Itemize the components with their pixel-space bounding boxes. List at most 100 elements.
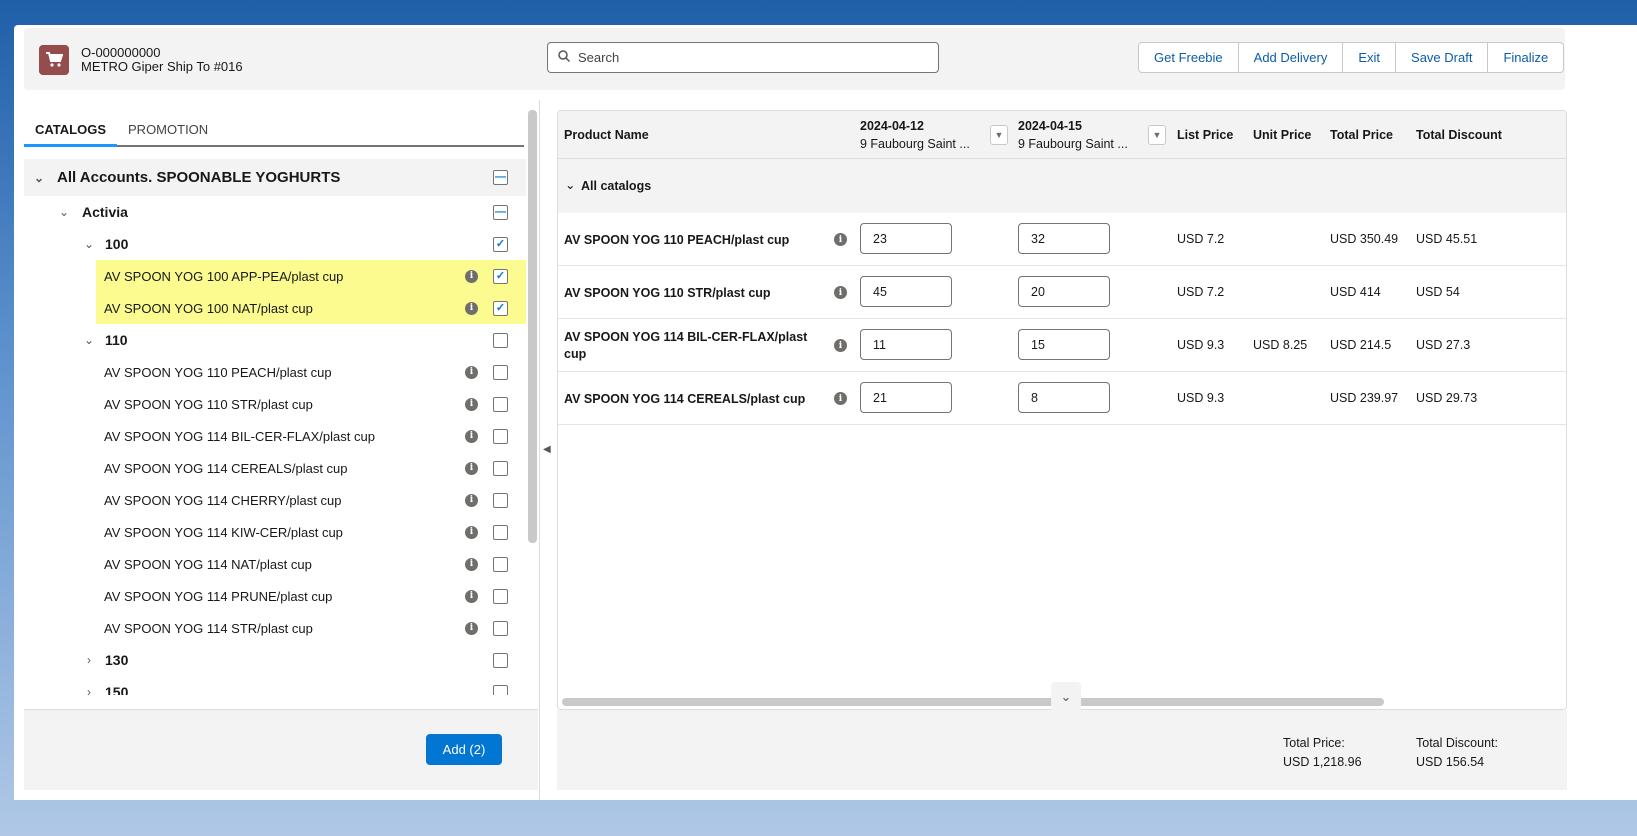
collapse-panel-icon[interactable]: ◀ — [543, 444, 551, 455]
tree-item-label: AV SPOON YOG 110 PEACH/plast cup — [104, 364, 332, 380]
checkbox[interactable] — [493, 428, 508, 444]
tree-item[interactable]: AV SPOON YOG 114 STR/plast cup i — [24, 612, 526, 644]
tab-catalogs[interactable]: CATALOGS — [24, 110, 118, 147]
checkbox[interactable] — [493, 460, 508, 476]
indeterminate-checkbox[interactable]: — — [493, 170, 508, 185]
tree-item-label: AV SPOON YOG 114 CHERRY/plast cup — [104, 492, 342, 508]
tree-group[interactable]: ⌄ 110 — [24, 324, 526, 356]
quantity-input-date-2[interactable]: 32 — [1018, 223, 1110, 254]
tree-item[interactable]: AV SPOON YOG 114 NAT/plast cup i — [24, 548, 526, 580]
dropdown-icon[interactable]: ▼ — [1148, 125, 1166, 145]
info-icon[interactable]: i — [465, 589, 478, 603]
order-table: Product Name 2024-04-12 9 Faubourg Saint… — [557, 110, 1567, 710]
info-icon[interactable]: i — [465, 461, 478, 475]
product-name: AV SPOON YOG 114 CEREALS/plast cup — [564, 392, 806, 406]
tab-promotion[interactable]: PROMOTION — [117, 110, 219, 145]
chevron-down-icon[interactable]: ⌄ — [33, 171, 45, 185]
search-input[interactable]: Search — [547, 42, 939, 73]
save-draft-button[interactable]: Save Draft — [1396, 43, 1489, 72]
info-icon[interactable]: i — [465, 493, 478, 507]
checkbox[interactable]: ✓ — [493, 300, 508, 316]
checkbox[interactable] — [493, 588, 508, 604]
horizontal-scrollbar[interactable] — [562, 698, 1384, 706]
tree-item-label: AV SPOON YOG 114 KIW-CER/plast cup — [104, 524, 343, 540]
info-icon[interactable]: i — [834, 233, 847, 246]
quantity-input-date-2[interactable]: 20 — [1018, 276, 1110, 307]
info-icon[interactable]: i — [465, 269, 478, 283]
checkbox[interactable] — [493, 556, 508, 572]
tree-item[interactable]: AV SPOON YOG 110 STR/plast cup i — [24, 388, 526, 420]
info-icon[interactable]: i — [834, 392, 847, 405]
checkbox[interactable] — [493, 652, 508, 668]
finalize-button[interactable]: Finalize — [1488, 43, 1563, 72]
chevron-down-icon[interactable]: ⌄ — [83, 237, 95, 251]
col-date-1: 2024-04-12 — [860, 119, 924, 133]
info-icon[interactable]: i — [465, 301, 478, 315]
total-discount: USD 27.3 — [1416, 338, 1471, 352]
tree-item[interactable]: AV SPOON YOG 100 NAT/plast cup i ✓ — [96, 292, 526, 324]
add-button[interactable]: Add (2) — [426, 734, 502, 765]
info-icon[interactable]: i — [834, 339, 847, 352]
chevron-down-icon[interactable]: ⌄ — [83, 333, 95, 347]
tree-item-label: AV SPOON YOG 100 NAT/plast cup — [104, 300, 313, 316]
quantity-input-date-1[interactable]: 11 — [860, 329, 952, 360]
tree-root[interactable]: ⌄ All Accounts. SPOONABLE YOGHURTS — — [24, 159, 526, 196]
info-icon[interactable]: i — [465, 397, 478, 411]
info-icon[interactable]: i — [465, 621, 478, 635]
info-icon[interactable]: i — [465, 557, 478, 571]
tree-item-label: AV SPOON YOG 110 STR/plast cup — [104, 396, 313, 412]
quantity-input-date-2[interactable]: 8 — [1018, 382, 1110, 413]
table-row: AV SPOON YOG 114 CEREALS/plast cup i 21 … — [558, 372, 1566, 425]
col-address-2: 9 Faubourg Saint ... — [1018, 137, 1128, 151]
indeterminate-checkbox[interactable]: — — [493, 204, 508, 220]
chevron-down-icon[interactable]: ⌄ — [58, 205, 70, 219]
catalog-panel: CATALOGS PROMOTION ⌄ All Accounts. SPOON… — [24, 110, 526, 695]
tree-item-label: AV SPOON YOG 114 NAT/plast cup — [104, 556, 312, 572]
tree-item[interactable]: AV SPOON YOG 100 APP-PEA/plast cup i ✓ — [96, 260, 526, 292]
catalog-group-row[interactable]: ⌄ All catalogs — [558, 159, 1566, 213]
quantity-input-date-1[interactable]: 21 — [860, 382, 952, 413]
get-freebie-button[interactable]: Get Freebie — [1139, 43, 1239, 72]
chevron-right-icon[interactable]: › — [83, 685, 95, 695]
chevron-down-icon[interactable]: ⌄ — [565, 177, 575, 192]
checkbox[interactable]: ✓ — [493, 268, 508, 284]
info-icon[interactable]: i — [465, 365, 478, 379]
tree-item[interactable]: AV SPOON YOG 114 CEREALS/plast cup i — [24, 452, 526, 484]
info-icon[interactable]: i — [834, 286, 847, 299]
checkbox[interactable] — [493, 684, 508, 695]
tree-group[interactable]: › 130 — [24, 644, 526, 676]
tree-group[interactable]: ⌄ 100 ✓ — [24, 228, 526, 260]
quantity-input-date-1[interactable]: 23 — [860, 223, 952, 254]
tree-item[interactable]: AV SPOON YOG 114 KIW-CER/plast cup i — [24, 516, 526, 548]
checkbox[interactable] — [493, 396, 508, 412]
checkbox[interactable] — [493, 524, 508, 540]
tree-brand[interactable]: ⌄ Activia — — [24, 196, 526, 228]
quantity-input-date-1[interactable]: 45 — [860, 276, 952, 307]
add-delivery-button[interactable]: Add Delivery — [1239, 43, 1344, 72]
dropdown-icon[interactable]: ▼ — [990, 125, 1008, 145]
chevron-right-icon[interactable]: › — [83, 653, 95, 667]
tree-item[interactable]: AV SPOON YOG 114 PRUNE/plast cup i — [24, 580, 526, 612]
total-discount-value: USD 156.54 — [1416, 755, 1485, 769]
checkbox[interactable] — [493, 364, 508, 380]
checkbox[interactable] — [493, 332, 508, 348]
tree-item[interactable]: AV SPOON YOG 114 CHERRY/plast cup i — [24, 484, 526, 516]
total-discount: USD 29.73 — [1416, 391, 1478, 405]
tree-item[interactable]: AV SPOON YOG 114 BIL-CER-FLAX/plast cup … — [24, 420, 526, 452]
table-row: AV SPOON YOG 114 BIL-CER-FLAX/plast cup … — [558, 319, 1566, 372]
checkbox[interactable] — [493, 492, 508, 508]
quantity-input-date-2[interactable]: 15 — [1018, 329, 1110, 360]
exit-button[interactable]: Exit — [1343, 43, 1397, 72]
chevron-down-icon[interactable]: ⌄ — [1051, 682, 1081, 712]
unit-price: USD 8.25 — [1253, 338, 1308, 352]
checkbox[interactable]: ✓ — [493, 236, 508, 252]
tree-group[interactable]: › 150 — [24, 676, 526, 695]
tree-group-label: 110 — [105, 332, 128, 348]
tree-scrollbar[interactable] — [528, 110, 537, 543]
info-icon[interactable]: i — [465, 525, 478, 539]
catalog-group-label: All catalogs — [581, 179, 652, 193]
product-name: AV SPOON YOG 114 BIL-CER-FLAX/plast cup — [564, 330, 808, 361]
checkbox[interactable] — [493, 620, 508, 636]
info-icon[interactable]: i — [465, 429, 478, 443]
tree-item[interactable]: AV SPOON YOG 110 PEACH/plast cup i — [24, 356, 526, 388]
